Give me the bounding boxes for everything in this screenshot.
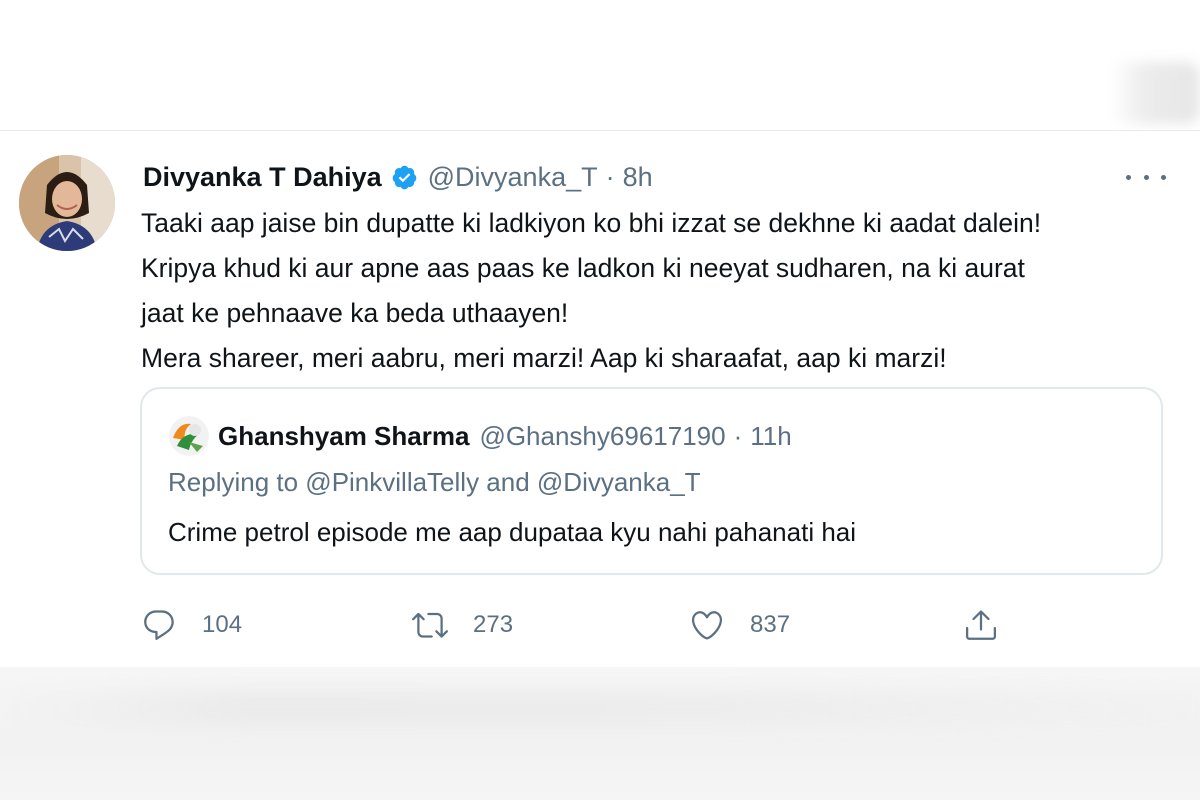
quote-avatar[interactable] (169, 416, 209, 456)
tweet-text: Taaki aap jaise bin dupatte ki ladkiyon … (141, 201, 1181, 381)
retweet-count: 273 (473, 611, 514, 638)
replying-to: Replying to @PinkvillaTelly and @Divyank… (168, 467, 701, 497)
timestamp[interactable]: 8h (623, 162, 653, 193)
blurred-background-element (0, 690, 1200, 728)
quote-handle[interactable]: @Ghanshy69617190 (479, 421, 725, 452)
quote-display-name[interactable]: Ghanshyam Sharma (218, 421, 469, 452)
bottom-background (0, 667, 1200, 800)
tweet-header: Divyanka T Dahiya @Divyanka_T · 8h (143, 157, 653, 197)
handle[interactable]: @Divyanka_T (428, 162, 598, 193)
tweet-card[interactable]: Divyanka T Dahiya @Divyanka_T · 8h Taaki… (0, 131, 1200, 667)
page: Divyanka T Dahiya @Divyanka_T · 8h Taaki… (0, 0, 1200, 800)
reply-count: 104 (202, 611, 243, 638)
action-bar: 104 273 837 (141, 605, 1021, 645)
separator-dot: · (605, 161, 615, 192)
tweet-text-line: Taaki aap jaise bin dupatte ki ladkiyon … (141, 208, 1042, 238)
tweet-text-line: jaat ke pehnaave ka beda uthaayen! (141, 298, 569, 328)
display-name[interactable]: Divyanka T Dahiya (143, 162, 382, 193)
avatar[interactable] (19, 155, 115, 251)
share-button[interactable] (963, 605, 999, 645)
quoted-tweet[interactable]: Ghanshyam Sharma @Ghanshy69617190 · 11h … (140, 387, 1163, 575)
blurred-background-element (1110, 62, 1200, 124)
reply-button[interactable]: 104 (141, 605, 242, 645)
like-count: 837 (750, 611, 791, 638)
like-button[interactable]: 837 (689, 605, 790, 645)
separator-dot: · (733, 420, 743, 451)
retweet-icon (412, 607, 448, 643)
tweet-text-line: Kripya khud ki aur apne aas paas ke ladk… (141, 253, 1025, 283)
share-icon (963, 607, 999, 643)
quote-text: Crime petrol episode me aap dupataa kyu … (168, 517, 857, 547)
like-icon (689, 607, 725, 643)
retweet-button[interactable]: 273 (412, 605, 513, 645)
quote-avatar-image (169, 416, 209, 456)
more-options-icon[interactable] (1126, 169, 1166, 185)
quote-timestamp[interactable]: 11h (750, 421, 791, 452)
quote-header: Ghanshyam Sharma @Ghanshy69617190 · 11h (218, 416, 792, 456)
avatar-image (19, 155, 115, 251)
reply-icon (141, 607, 177, 643)
verified-badge-icon (391, 164, 418, 191)
tweet-text-line: Mera shareer, meri aabru, meri marzi! Aa… (141, 343, 947, 373)
